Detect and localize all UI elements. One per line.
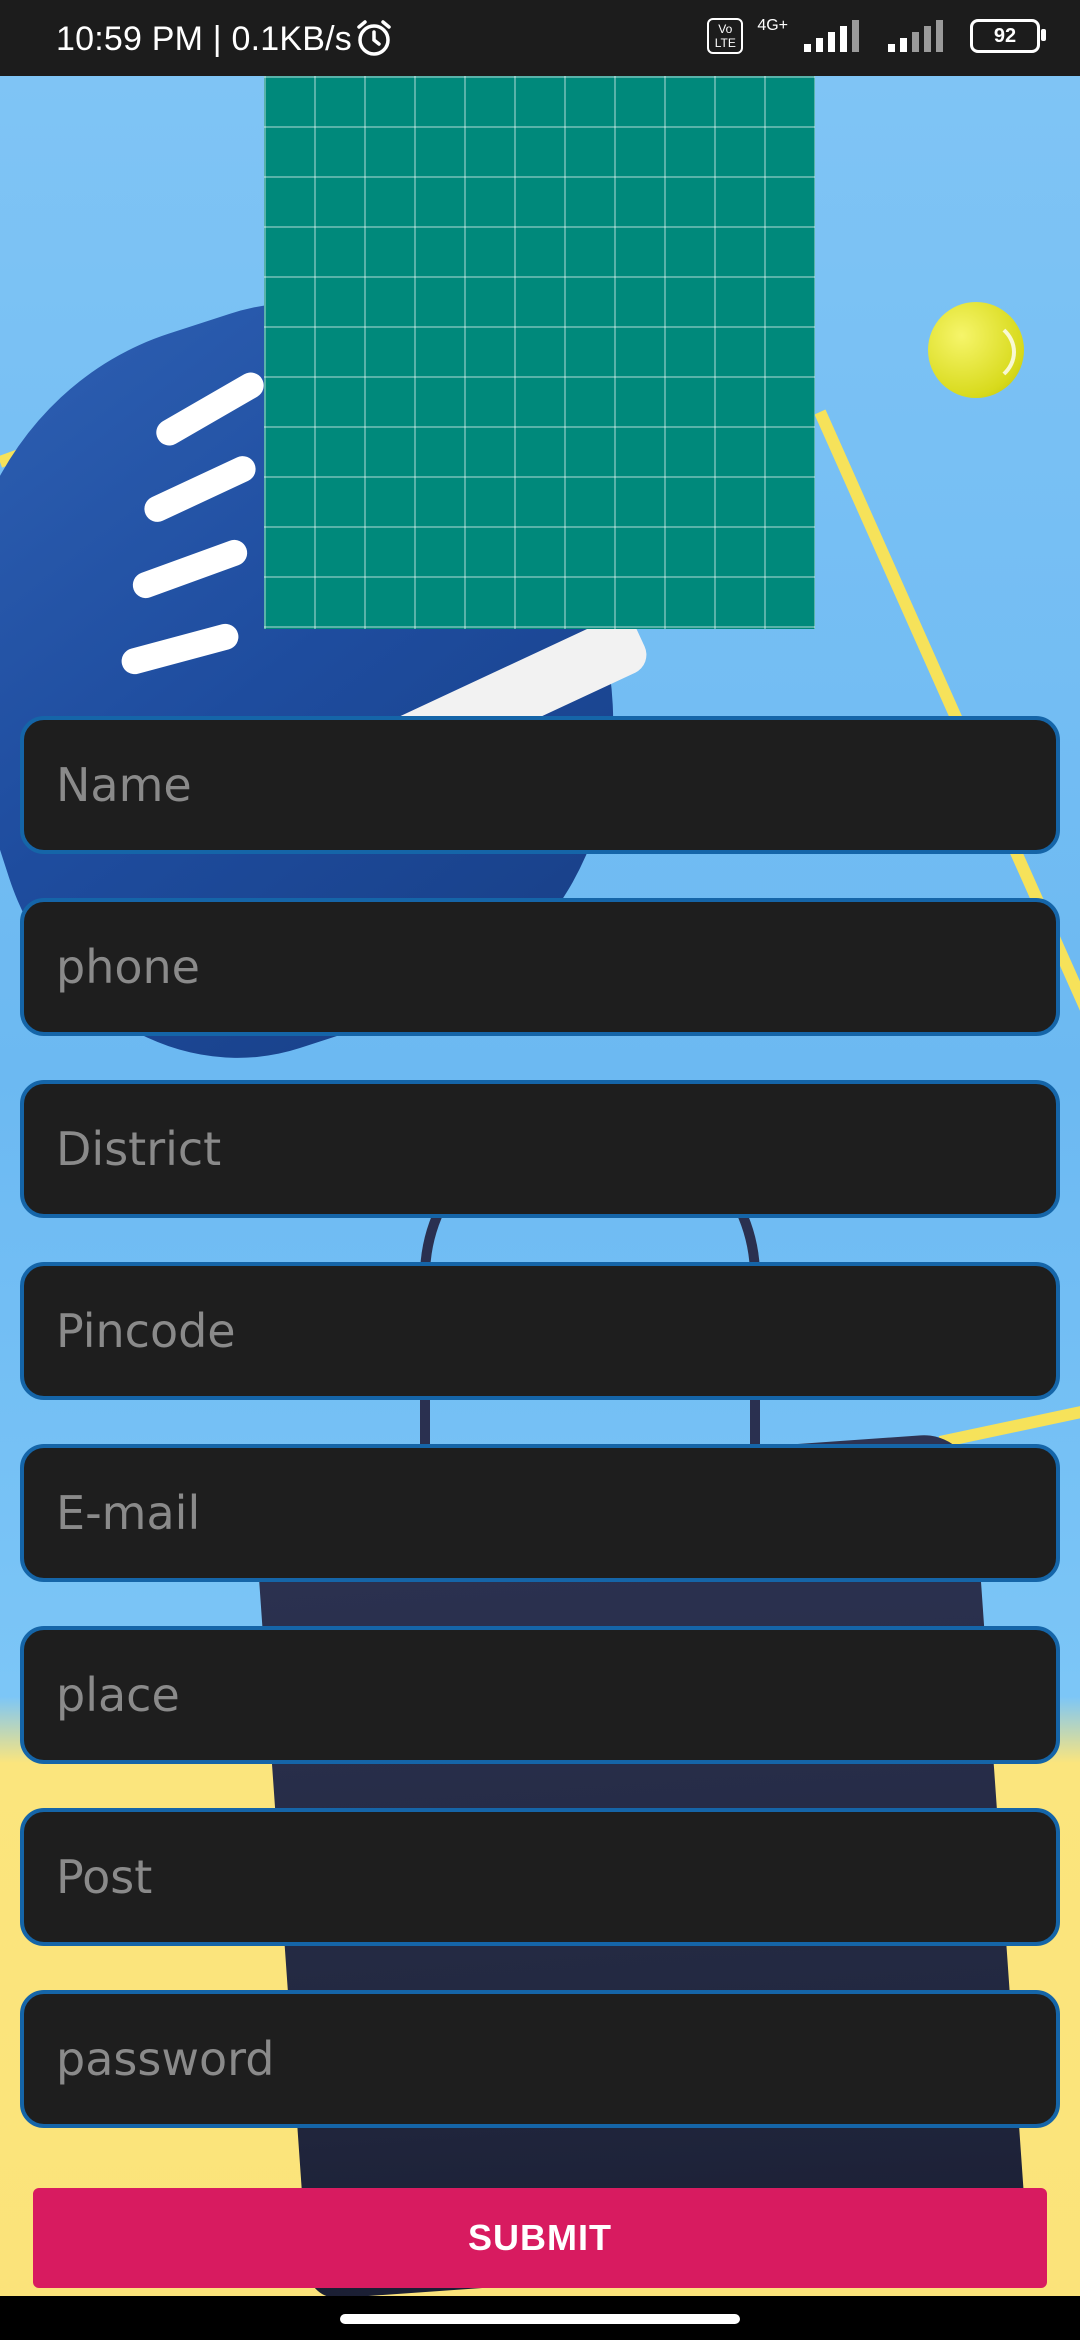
password-field[interactable] — [20, 1990, 1060, 2128]
status-time: 10:59 PM | 0.1KB/s — [56, 20, 352, 58]
home-indicator[interactable] — [340, 2314, 740, 2324]
navigation-bar — [0, 2296, 1080, 2340]
alarm-icon — [357, 20, 391, 56]
battery-icon: 92 — [970, 19, 1046, 53]
place-input[interactable] — [54, 1629, 1056, 1761]
signal-icon-2 — [888, 20, 943, 52]
registration-form — [20, 716, 1060, 2172]
volte-icon: Vo LTE — [707, 18, 744, 54]
email-field[interactable] — [20, 1444, 1060, 1582]
phone-input[interactable] — [54, 901, 1056, 1033]
name-field[interactable] — [20, 716, 1060, 854]
grid-placeholder-image — [264, 76, 815, 629]
tennis-ball — [928, 302, 1024, 398]
status-bar: 10:59 PM | 0.1KB/s Vo LTE 4G+ 92 — [0, 0, 1080, 76]
status-indicators: Vo LTE 4G+ 92 — [707, 17, 1046, 54]
submit-button[interactable]: SUBMIT — [33, 2188, 1047, 2288]
district-field[interactable] — [20, 1080, 1060, 1218]
phone-field[interactable] — [20, 898, 1060, 1036]
post-input[interactable] — [54, 1811, 1056, 1943]
pincode-input[interactable] — [54, 1265, 1056, 1397]
name-input[interactable] — [54, 719, 1056, 851]
place-field[interactable] — [20, 1626, 1060, 1764]
password-input[interactable] — [54, 1993, 1056, 2125]
network-type-label: 4G+ — [757, 17, 788, 34]
email-input[interactable] — [54, 1447, 1056, 1579]
pincode-field[interactable] — [20, 1262, 1060, 1400]
post-field[interactable] — [20, 1808, 1060, 1946]
signal-icon — [804, 20, 859, 52]
district-input[interactable] — [54, 1083, 1056, 1215]
